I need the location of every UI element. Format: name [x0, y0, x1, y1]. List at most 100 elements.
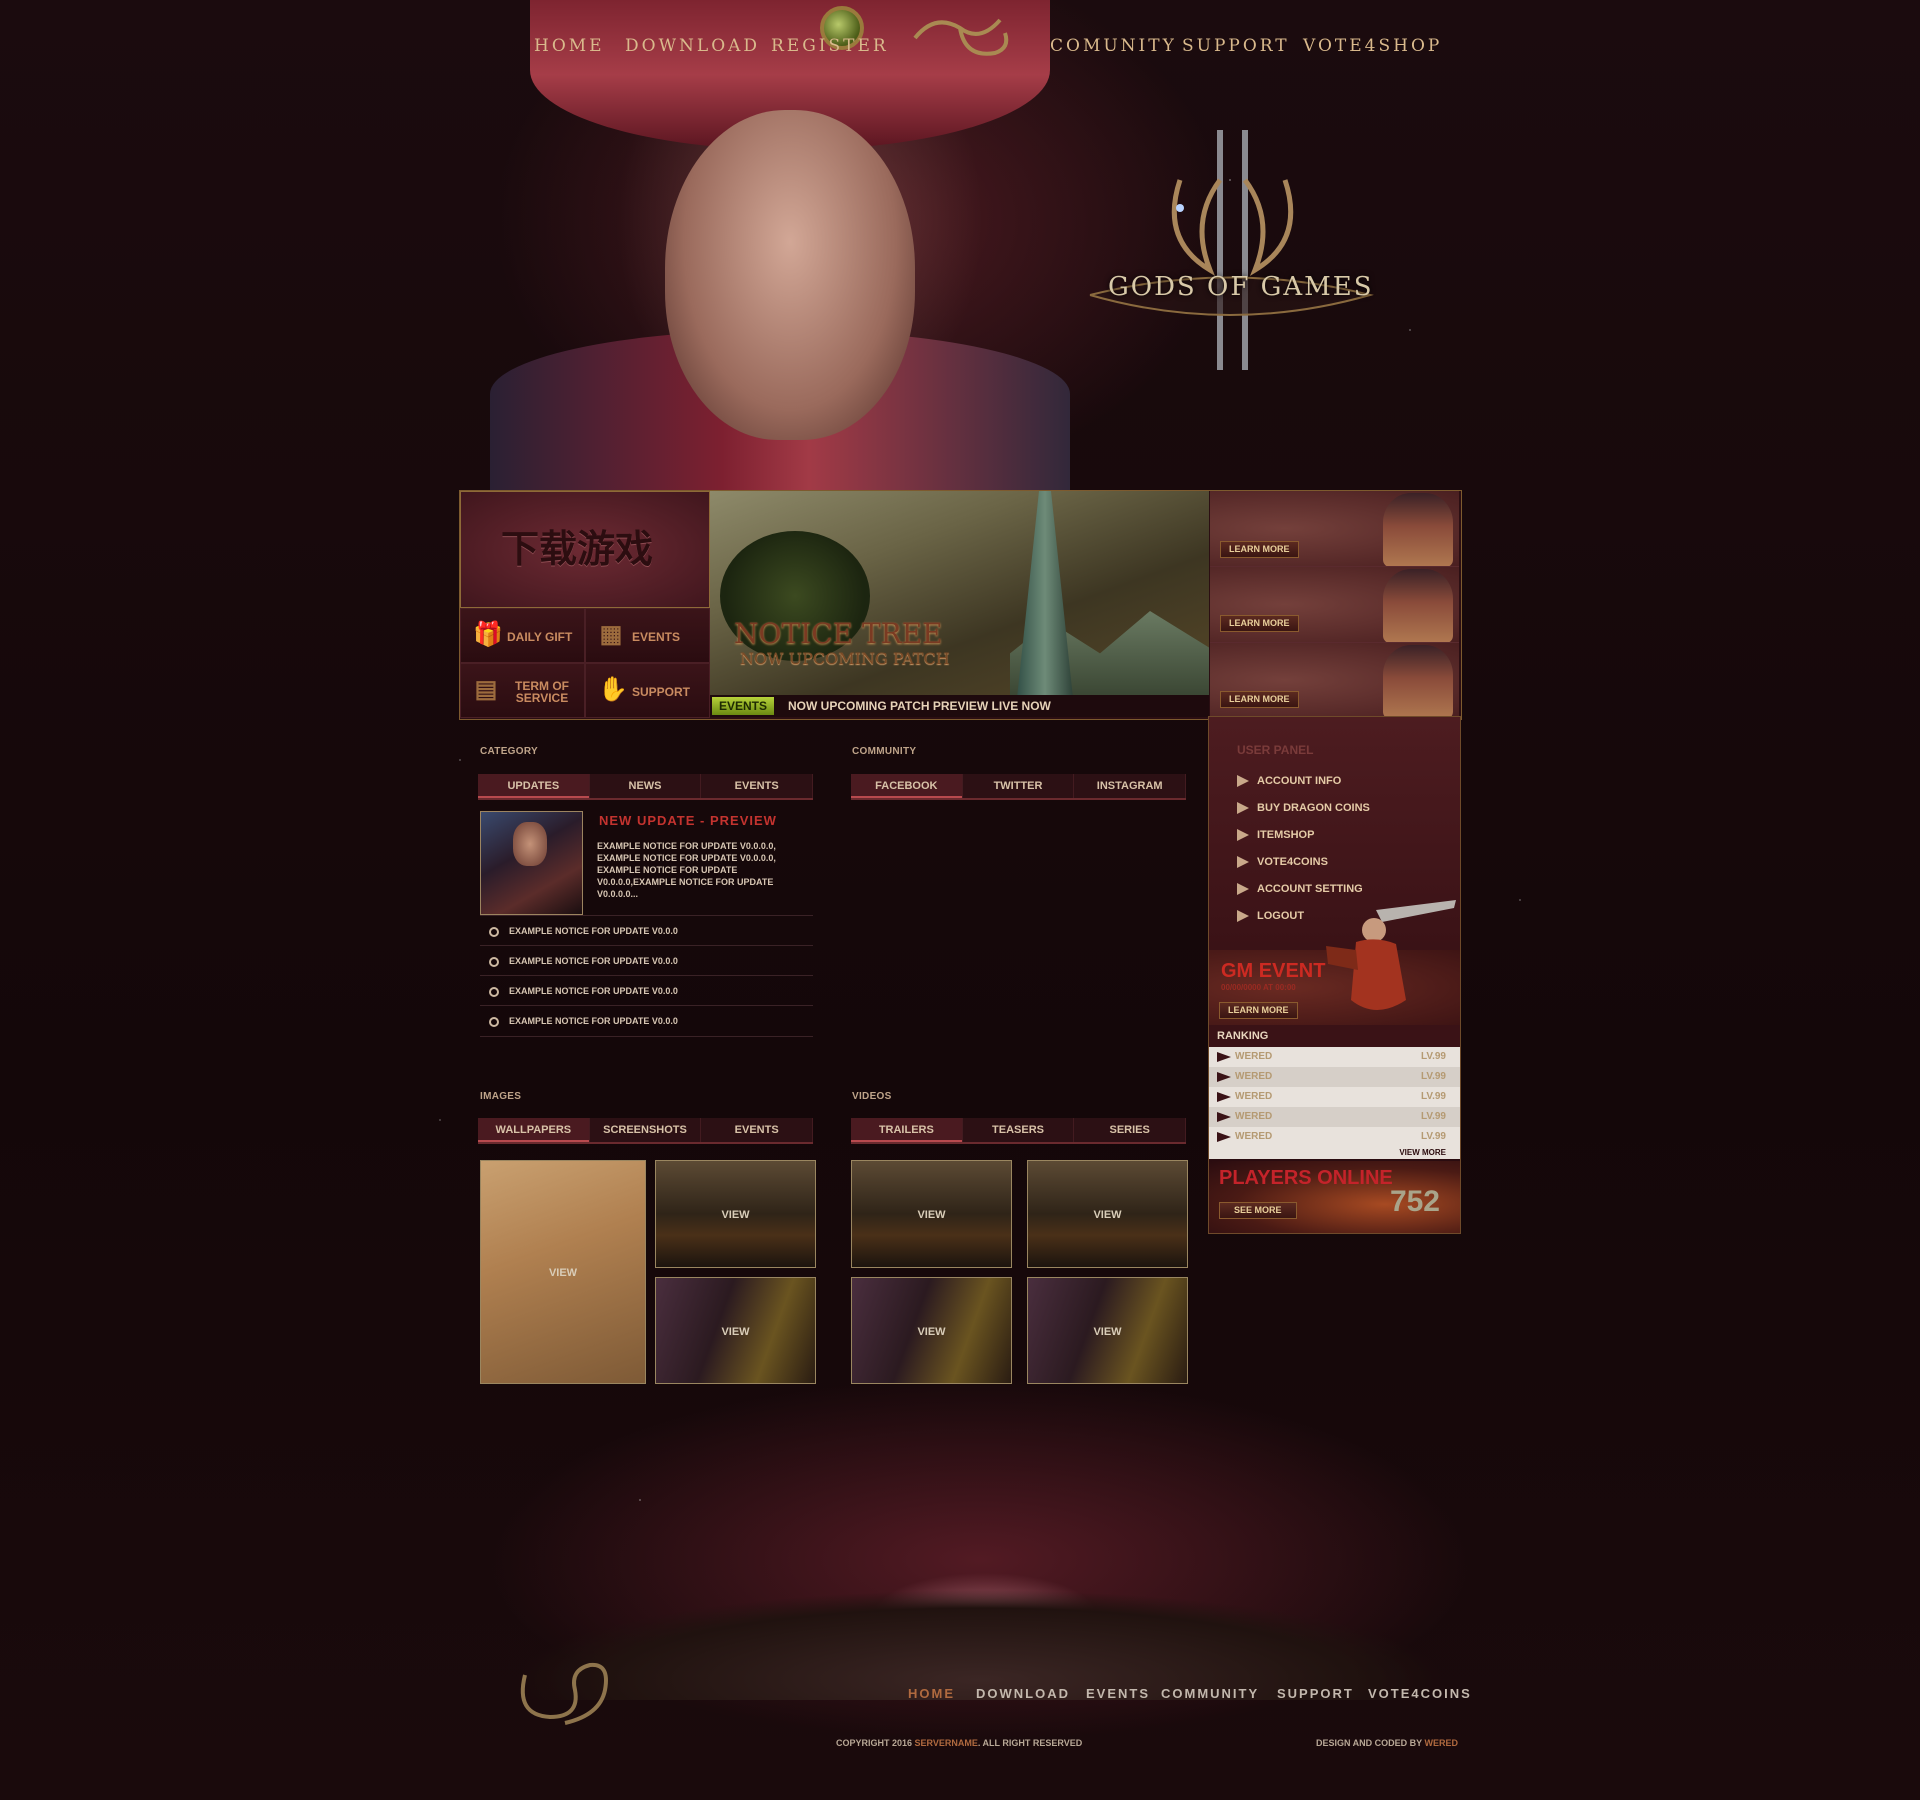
- promo-card-1[interactable]: LEARN MORE: [1210, 491, 1459, 567]
- tab-twitter[interactable]: TWITTER: [963, 774, 1075, 798]
- credit-text: DESIGN AND CODED BY WERED: [1316, 1738, 1458, 1748]
- news-list-item[interactable]: EXAMPLE NOTICE FOR UPDATE V0.0.0: [480, 975, 813, 1006]
- quick-link-support[interactable]: ✋ SUPPORT: [585, 663, 710, 718]
- view-label: VIEW: [1093, 1209, 1122, 1221]
- footer-nav-support[interactable]: SUPPORT: [1277, 1686, 1354, 1701]
- ticker-message[interactable]: NOW UPCOMING PATCH PREVIEW LIVE NOW: [788, 695, 1051, 717]
- user-panel-vote4coins[interactable]: VOTE4COINS: [1237, 856, 1328, 869]
- nav-support[interactable]: SUPPORT: [1182, 36, 1290, 56]
- tab-screenshots[interactable]: SCREENSHOTS: [590, 1118, 702, 1142]
- learn-more-button[interactable]: LEARN MORE: [1220, 691, 1299, 708]
- featured-news-thumbnail[interactable]: [480, 811, 583, 915]
- tab-images-events[interactable]: EVENTS: [701, 1118, 814, 1142]
- user-panel-logout[interactable]: LOGOUT: [1237, 910, 1305, 923]
- learn-more-button[interactable]: LEARN MORE: [1220, 541, 1299, 558]
- view-label: VIEW: [1093, 1326, 1122, 1338]
- nav-community[interactable]: COMUNITY: [1050, 36, 1177, 56]
- news-list-item[interactable]: EXAMPLE NOTICE FOR UPDATE V0.0.0: [480, 1005, 813, 1037]
- user-panel-itemshop[interactable]: ITEMSHOP: [1237, 829, 1314, 842]
- ranking-row[interactable]: WERED LV.99: [1209, 1067, 1460, 1087]
- nav-vote4shop[interactable]: VOTE4SHOP: [1303, 36, 1442, 56]
- footer-nav-home[interactable]: HOME: [908, 1686, 955, 1701]
- player-level: LV.99: [1420, 1111, 1446, 1122]
- featured-news-headline[interactable]: NEW UPDATE - PREVIEW: [599, 813, 777, 828]
- footer-nav-vote4coins[interactable]: VOTE4COINS: [1368, 1686, 1472, 1701]
- nav-download[interactable]: DOWNLOAD: [625, 36, 760, 56]
- quick-link-events[interactable]: ▦ EVENTS: [585, 608, 710, 663]
- promo-card-3[interactable]: LEARN MORE: [1210, 643, 1459, 718]
- tab-series[interactable]: SERIES: [1074, 1118, 1187, 1142]
- ranking-row[interactable]: WERED LV.99: [1209, 1127, 1460, 1147]
- tab-events[interactable]: EVENTS: [701, 774, 814, 798]
- quick-link-daily-gift[interactable]: 🎁 DAILY GIFT: [460, 608, 585, 663]
- tab-teasers[interactable]: TEASERS: [963, 1118, 1075, 1142]
- ranking-row[interactable]: WERED LV.99: [1209, 1087, 1460, 1107]
- footer-nav-events[interactable]: EVENTS: [1086, 1686, 1150, 1701]
- nav-register[interactable]: REGISTER: [771, 36, 889, 56]
- community-title: COMMUNITY: [852, 746, 917, 757]
- slider-spire-art: [1015, 491, 1075, 717]
- news-list-item[interactable]: EXAMPLE NOTICE FOR UPDATE V0.0.0: [480, 915, 813, 946]
- user-panel-item-label: ACCOUNT SETTING: [1257, 883, 1363, 895]
- download-game-box[interactable]: 下载游戏: [460, 491, 710, 608]
- player-level: LV.99: [1420, 1131, 1446, 1142]
- user-panel-account-setting[interactable]: ACCOUNT SETTING: [1237, 883, 1363, 896]
- gods-of-games-logo-icon: [1089, 130, 1374, 370]
- image-thumbnail-screenshot[interactable]: VIEW: [655, 1277, 816, 1384]
- promo-character-art: [1383, 569, 1453, 642]
- user-panel-item-label: ACCOUNT INFO: [1257, 775, 1342, 787]
- quick-link-label: DAILY GIFT: [507, 629, 573, 644]
- learn-more-button[interactable]: LEARN MORE: [1220, 615, 1299, 632]
- gift-icon: 🎁: [473, 621, 503, 648]
- player-name: WERED: [1235, 1111, 1273, 1122]
- promo-card-2[interactable]: LEARN MORE: [1210, 567, 1459, 643]
- videos-tabs: TRAILERS TEASERS SERIES: [851, 1118, 1187, 1144]
- tab-wallpapers[interactable]: WALLPAPERS: [478, 1118, 590, 1142]
- slider-subtitle: NOW UPCOMING PATCH: [740, 649, 950, 668]
- arrow-icon: [1237, 856, 1249, 869]
- user-panel-account-info[interactable]: ACCOUNT INFO: [1237, 775, 1342, 788]
- bullet-icon: [489, 986, 499, 997]
- user-panel-item-label: VOTE4COINS: [1257, 856, 1328, 868]
- ranking-view-more-link[interactable]: VIEW MORE: [1399, 1148, 1446, 1157]
- tab-facebook[interactable]: FACEBOOK: [851, 774, 963, 798]
- video-thumbnail[interactable]: VIEW: [1027, 1277, 1188, 1384]
- arrow-icon: [1237, 910, 1249, 923]
- video-thumbnail[interactable]: VIEW: [851, 1277, 1012, 1384]
- hero-character-art: [470, 0, 1090, 490]
- gm-learn-more-button[interactable]: LEARN MORE: [1219, 1002, 1298, 1019]
- video-thumbnail[interactable]: VIEW: [1027, 1160, 1188, 1268]
- quick-link-label: SUPPORT: [632, 684, 691, 699]
- user-panel-item-label: LOGOUT: [1257, 910, 1305, 922]
- nav-ornament-icon: [913, 18, 1009, 56]
- image-thumbnail-screenshot[interactable]: VIEW: [655, 1160, 816, 1268]
- tab-trailers[interactable]: TRAILERS: [851, 1118, 963, 1142]
- image-thumbnail-wallpaper[interactable]: VIEW: [480, 1160, 646, 1384]
- ranking-row[interactable]: WERED LV.99: [1209, 1047, 1460, 1067]
- tab-news[interactable]: NEWS: [590, 774, 702, 798]
- view-label: VIEW: [721, 1326, 750, 1338]
- news-slider[interactable]: NOTICE TREE NOW UPCOMING PATCH EVENTS NO…: [710, 491, 1209, 717]
- news-list-item[interactable]: EXAMPLE NOTICE FOR UPDATE V0.0.0: [480, 945, 813, 976]
- quick-link-label: EVENTS: [632, 629, 681, 644]
- tab-instagram[interactable]: INSTAGRAM: [1074, 774, 1187, 798]
- server-name-link[interactable]: SERVERNAME: [915, 1738, 978, 1748]
- bullet-icon: [489, 1016, 499, 1027]
- footer-nav-community[interactable]: COMMUNITY: [1161, 1686, 1259, 1701]
- credit-author-link[interactable]: WERED: [1425, 1738, 1459, 1748]
- news-item-text: EXAMPLE NOTICE FOR UPDATE V0.0.0: [509, 956, 678, 966]
- promo-character-art: [1383, 645, 1453, 717]
- copyright-prefix: COPYRIGHT 2016: [836, 1738, 915, 1748]
- user-panel-buy-dragon-coins[interactable]: BUY DRAGON COINS: [1237, 802, 1370, 815]
- ranking-row[interactable]: WERED LV.99: [1209, 1107, 1460, 1127]
- view-label: VIEW: [548, 1267, 578, 1279]
- video-thumbnail[interactable]: VIEW: [851, 1160, 1012, 1268]
- see-more-button[interactable]: SEE MORE: [1219, 1202, 1297, 1219]
- nav-home[interactable]: HOME: [534, 36, 605, 56]
- quick-link-terms[interactable]: ▤ TERM OF SERVICE: [460, 663, 585, 718]
- footer-nav-download[interactable]: DOWNLOAD: [976, 1686, 1070, 1701]
- events-tag[interactable]: EVENTS: [712, 697, 775, 715]
- credit-prefix: DESIGN AND CODED BY: [1316, 1738, 1425, 1748]
- copyright-suffix: . ALL RIGHT RESERVED: [977, 1738, 1083, 1748]
- tab-updates[interactable]: UPDATES: [478, 774, 590, 798]
